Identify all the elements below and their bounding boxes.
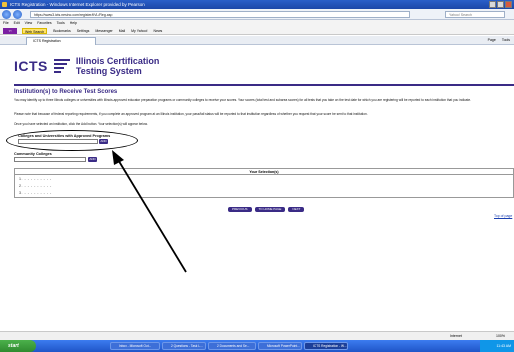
task-powerpoint[interactable]: Microsoft PowerPoint... [258, 342, 302, 350]
task-documents[interactable]: 2 Documents and Se... [208, 342, 256, 350]
taskbar: start Inbox - Microsoft Out... 2 Questio… [0, 340, 514, 352]
start-button[interactable]: start [0, 340, 36, 352]
task-questions[interactable]: 2 Questions - Task L... [162, 342, 206, 350]
annotation-arrow [112, 150, 187, 273]
task-outlook[interactable]: Inbox - Microsoft Out... [110, 342, 160, 350]
system-tray-clock: 11:43 AM [480, 340, 514, 352]
task-icts-registration[interactable]: ICTS Registration - W... [304, 342, 348, 350]
status-bar: Internet 100% [0, 331, 514, 340]
